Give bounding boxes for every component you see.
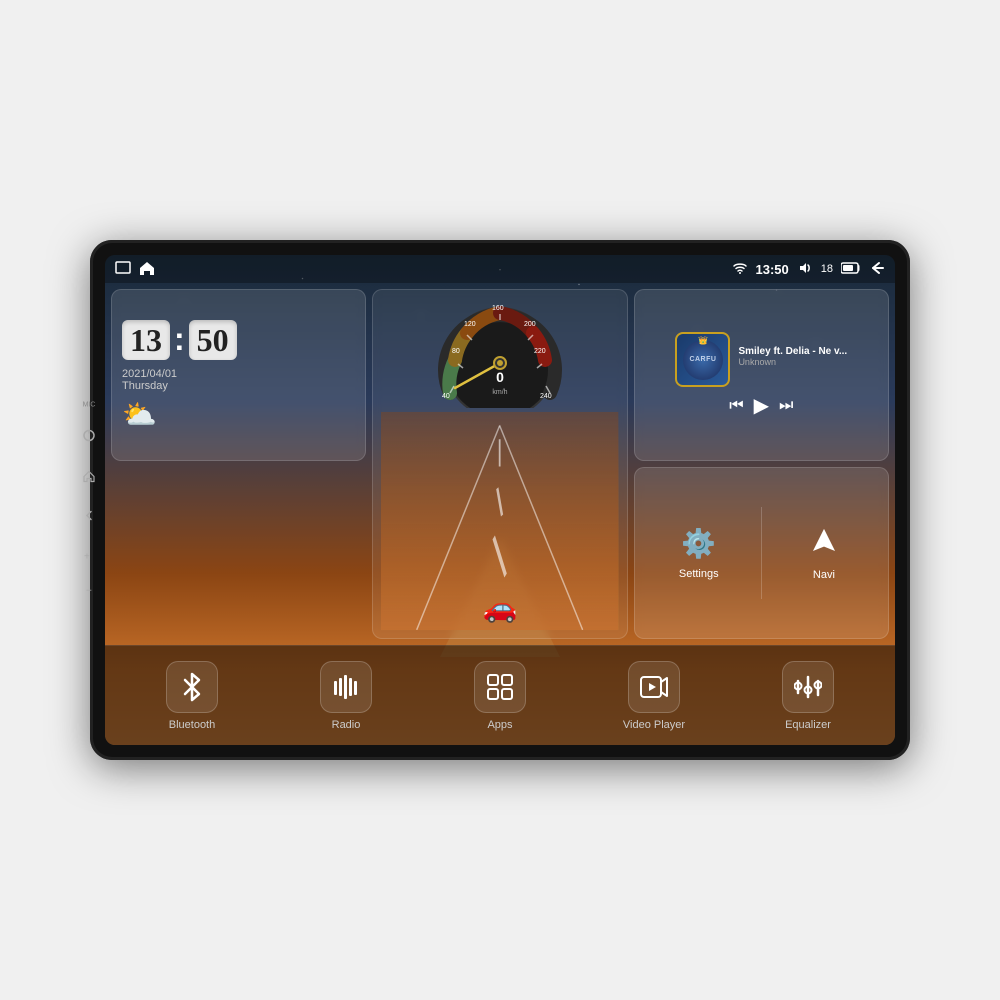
navi-tile[interactable]: Navi bbox=[768, 526, 880, 581]
svg-text:+: + bbox=[84, 552, 90, 563]
volume-level: 18 bbox=[821, 263, 833, 275]
status-bar-right: 13:50 18 bbox=[732, 261, 886, 278]
apps-label: Apps bbox=[487, 719, 512, 731]
music-controls: ⏮ ▶ ⏭ bbox=[729, 393, 793, 418]
svg-text:40: 40 bbox=[442, 393, 450, 400]
video-player-label: Video Player bbox=[623, 719, 685, 731]
window-icon bbox=[115, 261, 131, 277]
equalizer-icon bbox=[794, 673, 822, 701]
volume-up-button[interactable]: + bbox=[80, 547, 98, 565]
weather-icon: ⛅ bbox=[122, 398, 157, 431]
back-side-button[interactable] bbox=[80, 507, 98, 525]
settings-widget[interactable]: ⚙️ Settings Navi bbox=[634, 467, 889, 639]
svg-text:160: 160 bbox=[492, 305, 504, 312]
music-logo: CARFU 👑 bbox=[675, 332, 730, 387]
svg-text:240: 240 bbox=[540, 393, 552, 400]
clock-widget[interactable]: 13 : 50 2021/04/01 Thursday ⛅ bbox=[111, 289, 366, 461]
equalizer-label: Equalizer bbox=[785, 719, 831, 731]
mic-label: MIC bbox=[83, 402, 96, 409]
video-icon-container bbox=[628, 661, 680, 713]
status-time: 13:50 bbox=[756, 262, 789, 277]
status-bar: 13:50 18 bbox=[105, 255, 895, 283]
clock-hours: 13 bbox=[122, 320, 170, 360]
apps-button[interactable]: Apps bbox=[423, 661, 577, 731]
bluetooth-label: Bluetooth bbox=[169, 719, 215, 731]
play-button[interactable]: ▶ bbox=[754, 393, 769, 418]
navi-label: Navi bbox=[813, 569, 835, 581]
volume-icon bbox=[797, 261, 813, 278]
svg-text:km/h: km/h bbox=[492, 389, 507, 396]
clock-colon: : bbox=[174, 320, 185, 360]
apps-icon-container bbox=[474, 661, 526, 713]
music-logo-inner: CARFU bbox=[683, 340, 723, 380]
battery-icon bbox=[841, 262, 861, 277]
settings-icon: ⚙️ bbox=[681, 527, 716, 560]
side-controls: MIC + − bbox=[80, 402, 98, 599]
clock-minutes: 50 bbox=[189, 320, 237, 360]
radio-button[interactable]: Radio bbox=[269, 661, 423, 731]
home-side-button[interactable] bbox=[80, 467, 98, 485]
speedometer-dial: 40 80 120 160 200 220 240 0 km/h bbox=[430, 298, 570, 408]
video-player-button[interactable]: Video Player bbox=[577, 661, 731, 731]
svg-text:0: 0 bbox=[496, 369, 504, 385]
music-artist: Unknown bbox=[738, 357, 847, 367]
equalizer-button[interactable]: Equalizer bbox=[731, 661, 885, 731]
apps-icon bbox=[486, 673, 514, 701]
settings-label: Settings bbox=[679, 568, 719, 580]
svg-text:220: 220 bbox=[534, 348, 546, 355]
bluetooth-button[interactable]: Bluetooth bbox=[115, 661, 269, 731]
music-title: Smiley ft. Delia - Ne v... bbox=[738, 346, 847, 357]
clock-day: Thursday bbox=[122, 380, 168, 392]
settings-tile[interactable]: ⚙️ Settings bbox=[643, 527, 755, 580]
music-info: Smiley ft. Delia - Ne v... Unknown bbox=[738, 346, 847, 373]
wifi-icon bbox=[732, 261, 748, 278]
svg-text:80: 80 bbox=[452, 348, 460, 355]
car-head-unit: MIC + − bbox=[90, 240, 910, 760]
volume-down-button[interactable]: − bbox=[80, 581, 98, 599]
home-icon[interactable] bbox=[139, 261, 155, 278]
clock-display: 13 : 50 bbox=[122, 320, 237, 360]
svg-text:200: 200 bbox=[524, 321, 536, 328]
radio-label: Radio bbox=[332, 719, 361, 731]
video-icon bbox=[639, 673, 669, 701]
navi-icon bbox=[810, 526, 838, 561]
status-bar-left bbox=[115, 261, 155, 278]
equalizer-icon-container bbox=[782, 661, 834, 713]
main-screen: 13:50 18 bbox=[105, 255, 895, 745]
next-button[interactable]: ⏭ bbox=[779, 397, 793, 415]
radio-icon-container bbox=[320, 661, 372, 713]
back-icon[interactable] bbox=[869, 261, 885, 278]
bluetooth-icon-container bbox=[166, 661, 218, 713]
power-button[interactable] bbox=[80, 427, 98, 445]
music-widget[interactable]: CARFU 👑 Smiley ft. Delia - Ne v... Unkno… bbox=[634, 289, 889, 461]
svg-text:120: 120 bbox=[464, 321, 476, 328]
bottom-bar: Bluetooth Radio bbox=[105, 645, 895, 745]
music-logo-text: CARFU bbox=[689, 356, 716, 363]
road-view: 🚗 bbox=[381, 412, 618, 630]
music-info-row: CARFU 👑 Smiley ft. Delia - Ne v... Unkno… bbox=[675, 332, 847, 387]
divider bbox=[761, 507, 762, 599]
clock-date: 2021/04/01 bbox=[122, 368, 177, 380]
svg-text:−: − bbox=[86, 586, 92, 597]
radio-icon bbox=[332, 673, 360, 701]
speedometer-widget[interactable]: 40 80 120 160 200 220 240 0 km/h bbox=[372, 289, 627, 639]
prev-button[interactable]: ⏮ bbox=[729, 397, 743, 415]
car-icon: 🚗 bbox=[483, 591, 518, 624]
bluetooth-icon bbox=[179, 672, 205, 702]
